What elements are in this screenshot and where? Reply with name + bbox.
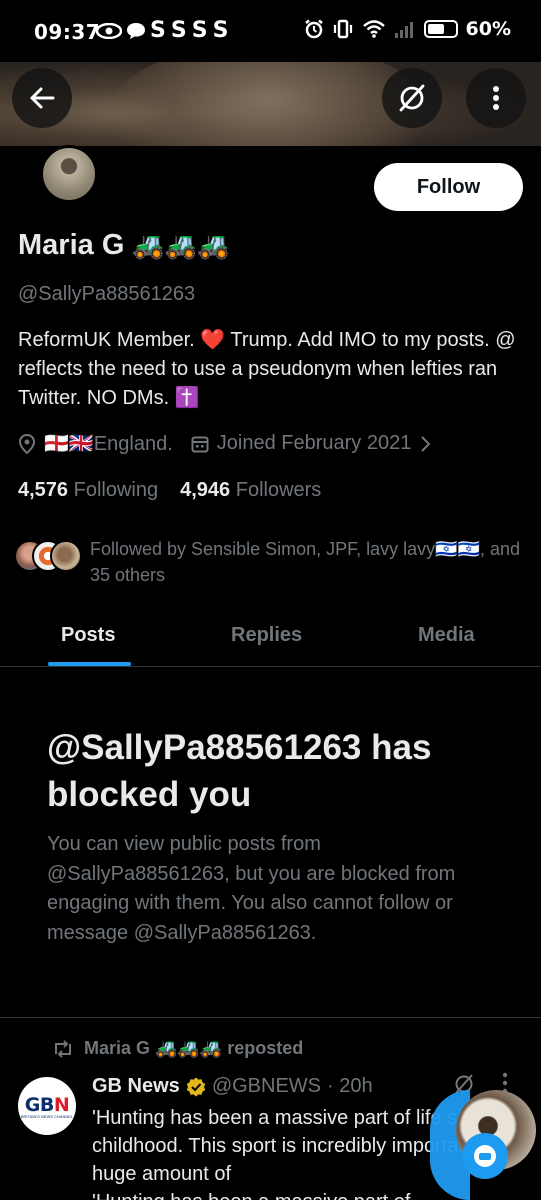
divider bbox=[0, 1017, 541, 1018]
wifi-icon bbox=[362, 20, 385, 38]
post-time: · 20h bbox=[327, 1075, 373, 1097]
battery-percent: 60% bbox=[465, 18, 511, 40]
follower-avatar bbox=[50, 540, 82, 572]
post-author-avatar[interactable]: GBN BRITAIN'S NEWS CHANNEL bbox=[18, 1077, 76, 1135]
eye-icon bbox=[96, 22, 122, 39]
location: 🏴󠁧󠁢󠁥󠁮󠁧󠁿🇬🇧England. bbox=[18, 431, 173, 456]
chat-bubble-icon bbox=[127, 22, 145, 39]
more-vertical-icon bbox=[493, 86, 499, 110]
vibrate-icon bbox=[333, 19, 352, 39]
signal-icon bbox=[394, 22, 413, 38]
tab-media[interactable]: Media bbox=[418, 624, 475, 647]
arrow-left-icon bbox=[30, 87, 55, 109]
status-right-icons: 60% bbox=[304, 18, 511, 40]
post-header: GB News @GBNEWS · 20h bbox=[92, 1075, 373, 1098]
profile-bio: ReformUK Member. ❤️ Trump. Add IMO to my… bbox=[18, 329, 516, 409]
chevron-right-icon bbox=[421, 435, 431, 452]
display-name-emoji: 🚜🚜🚜 bbox=[132, 230, 230, 260]
calendar-icon bbox=[191, 436, 209, 452]
gbn-logo-n: N bbox=[53, 1093, 70, 1116]
status-time: 09:37 bbox=[34, 20, 101, 44]
following-label: Following bbox=[73, 479, 159, 501]
followers-count[interactable]: 4,946 Followers bbox=[180, 479, 321, 502]
repost-indicator: Maria G 🚜🚜🚜 reposted bbox=[52, 1038, 303, 1059]
active-tab-indicator bbox=[48, 662, 131, 666]
tab-replies[interactable]: Replies bbox=[231, 624, 302, 647]
battery-icon bbox=[423, 20, 458, 38]
back-button[interactable] bbox=[12, 68, 72, 128]
repost-icon bbox=[55, 1039, 71, 1058]
post-author-name[interactable]: GB News bbox=[92, 1075, 180, 1098]
grok-button[interactable] bbox=[382, 68, 442, 128]
location-pin-icon bbox=[18, 433, 36, 454]
following-count[interactable]: 4,576 Following bbox=[18, 479, 158, 502]
profile-banner bbox=[0, 62, 541, 146]
follow-button[interactable]: Follow bbox=[374, 163, 523, 211]
more-options-button[interactable] bbox=[466, 68, 526, 128]
status-s-icons: SSSS bbox=[150, 18, 235, 43]
gbn-logo-gb: GB bbox=[24, 1093, 55, 1116]
alarm-icon bbox=[304, 19, 323, 39]
followers-label: Followers bbox=[235, 479, 322, 501]
joined-text: Joined February 2021 bbox=[216, 432, 412, 454]
blocked-description: You can view public posts from @SallyPa8… bbox=[47, 833, 456, 944]
profile-meta: 🏴󠁧󠁢󠁥󠁮󠁧󠁿🇬🇧England. Joined February 2021 bbox=[18, 431, 431, 456]
post-author-handle: @GBNEWS bbox=[211, 1075, 322, 1097]
chat-bubble-icon bbox=[474, 1145, 496, 1167]
gbn-logo-subtitle: BRITAIN'S NEWS CHANNEL bbox=[20, 1113, 74, 1119]
joined-date[interactable]: Joined February 2021 bbox=[191, 432, 432, 455]
blocked-title: @SallyPa88561263 has blocked you bbox=[47, 728, 432, 814]
follow-counts: 4,576 Following 4,946 Followers bbox=[18, 479, 321, 502]
tab-posts[interactable]: Posts bbox=[61, 624, 115, 647]
location-text: 🏴󠁧󠁢󠁥󠁮󠁧󠁿🇬🇧England. bbox=[44, 433, 173, 455]
profile-tabs: Posts Replies Media bbox=[0, 604, 541, 667]
repost-text: Maria G 🚜🚜🚜 reposted bbox=[84, 1038, 304, 1058]
floating-message-button[interactable] bbox=[462, 1133, 508, 1179]
grok-icon bbox=[399, 84, 425, 112]
profile-handle: @SallyPa88561263 bbox=[18, 283, 196, 305]
gbn-logo: GBN bbox=[24, 1093, 70, 1116]
display-name: Maria G 🚜🚜🚜 bbox=[18, 229, 230, 262]
status-bar: 09:37 SSSS 60% bbox=[0, 0, 541, 62]
followers-number: 4,946 bbox=[180, 479, 231, 501]
following-number: 4,576 bbox=[18, 479, 69, 501]
followed-by-text: Followed by Sensible Simon, JPF, lavy la… bbox=[90, 539, 521, 585]
verified-gold-icon bbox=[186, 1077, 206, 1096]
followed-by[interactable]: Followed by Sensible Simon, JPF, lavy la… bbox=[14, 536, 520, 588]
display-name-text: Maria G bbox=[18, 229, 125, 261]
status-left-icons: SSSS bbox=[96, 18, 234, 43]
followed-by-avatars bbox=[14, 540, 86, 580]
profile-avatar[interactable] bbox=[40, 145, 98, 203]
